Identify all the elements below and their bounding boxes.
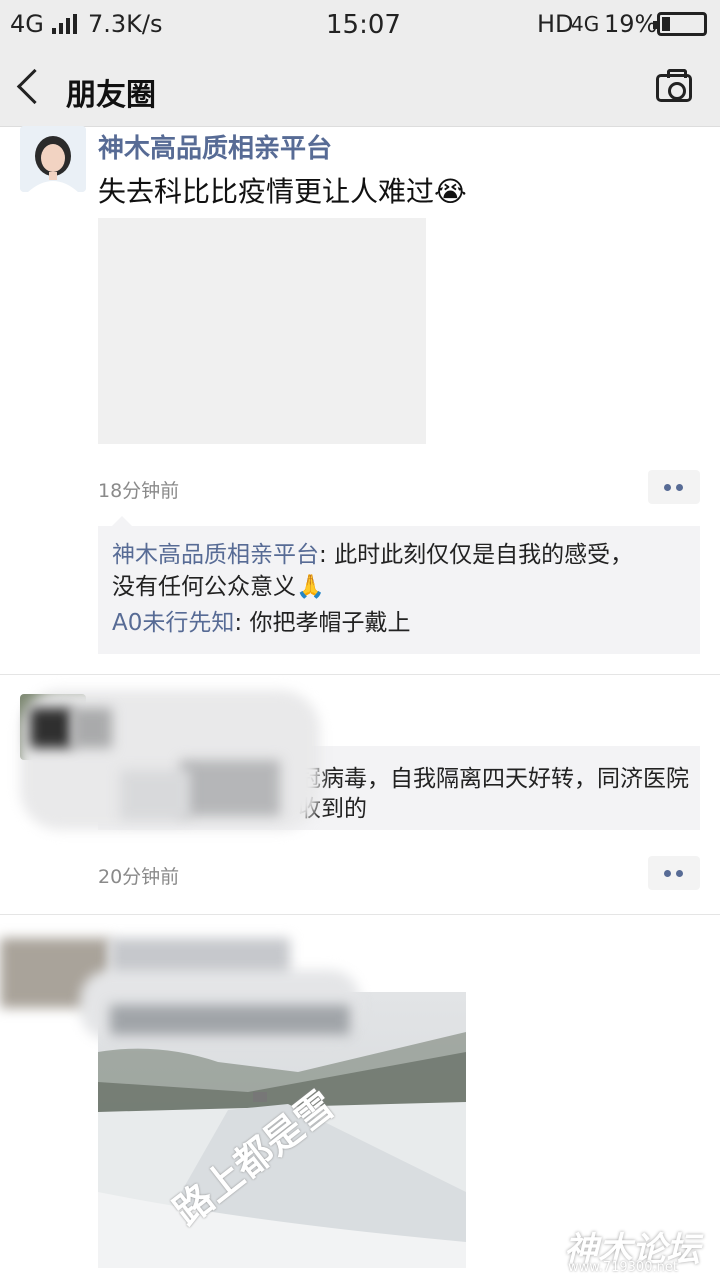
chevron-left-icon[interactable] [16, 68, 53, 105]
comment-text: 你把孝帽子戴上 [249, 610, 411, 636]
post-time: 20分钟前 [98, 866, 180, 888]
hd-indicator: HD [537, 10, 574, 38]
comment-line-2: 没有任何公众意义🙏 [112, 568, 325, 606]
post-time: 18分钟前 [98, 480, 180, 502]
more-actions-button[interactable] [648, 856, 700, 890]
network-speed: 7.3K/s [88, 10, 163, 38]
battery-percent: 19% [604, 10, 658, 38]
comments-box: 神木高品质相亲平台: 此时此刻仅仅是自我的感受， 没有任何公众意义🙏 A0未行先… [98, 526, 700, 654]
signal-icon [52, 14, 78, 34]
nav-bar: 朋友圈 [0, 52, 720, 127]
privacy-mosaic [0, 680, 330, 840]
comment-text: 没有任何公众意义🙏 [112, 574, 325, 600]
avatar[interactable] [20, 126, 86, 192]
post-username[interactable]: 神木高品质相亲平台 [98, 128, 332, 165]
camera-icon[interactable] [656, 69, 692, 102]
logo-icon [510, 1226, 554, 1270]
more-actions-button[interactable] [648, 470, 700, 504]
forum-watermark: 神木论坛 www.719300.net [510, 1222, 716, 1276]
post-divider [0, 914, 720, 915]
comment-line-3: A0未行先知: 你把孝帽子戴上 [112, 610, 411, 636]
post-text: 失去科比比疫情更让人难过😭 [98, 175, 467, 208]
comment-text: 此时此刻仅仅是自我的感受， [334, 542, 634, 568]
network-type: 4G [10, 10, 44, 38]
status-bar: 4G 7.3K/s 15:07 HD 4G 19% [0, 0, 720, 52]
post-image[interactable] [98, 218, 426, 444]
comment-author[interactable]: 神木高品质相亲平台 [112, 542, 319, 568]
privacy-mosaic [0, 930, 370, 1050]
post-divider [0, 674, 720, 675]
page-title: 朋友圈 [66, 78, 156, 113]
clock: 15:07 [326, 10, 401, 40]
battery-icon [653, 12, 707, 36]
comment-arrow [112, 516, 132, 526]
network-type-right: 4G [571, 12, 600, 36]
comment-author[interactable]: A0未行先知 [112, 610, 234, 636]
watermark-url: www.719300.net [568, 1260, 678, 1275]
